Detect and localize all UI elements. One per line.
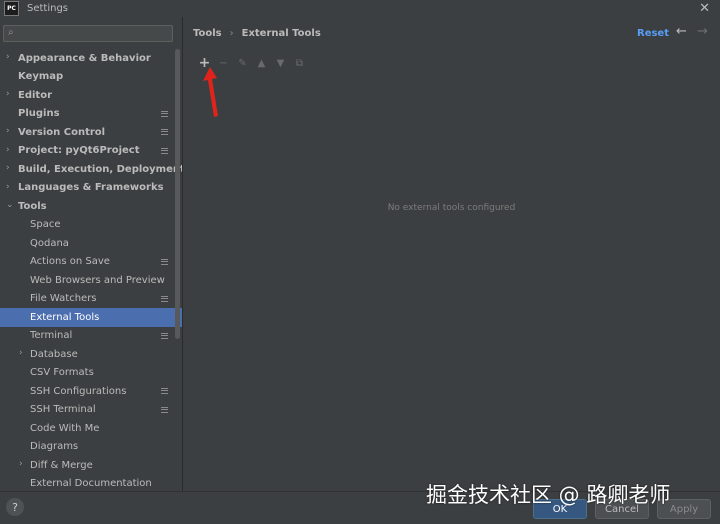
- tree-item[interactable]: › Appearance & Behavior: [0, 49, 182, 68]
- chevron-right-icon[interactable]: ›: [6, 52, 10, 62]
- search-box[interactable]: ⌕: [3, 25, 173, 42]
- tree-item-label: Keymap: [18, 71, 64, 83]
- tree-item[interactable]: Terminal: [0, 327, 182, 346]
- project-level-icon: [161, 295, 168, 302]
- tree-item[interactable]: CSV Formats: [0, 364, 182, 383]
- chevron-right-icon[interactable]: ›: [6, 163, 10, 173]
- project-level-icon: [161, 110, 168, 117]
- tree-item[interactable]: › Version Control: [0, 123, 182, 142]
- help-button[interactable]: ?: [6, 498, 24, 516]
- tree-item[interactable]: › Languages & Frameworks: [0, 179, 182, 198]
- tree-item[interactable]: Actions on Save: [0, 253, 182, 272]
- window-title: Settings: [27, 3, 69, 14]
- tree-item[interactable]: › Build, Execution, Deployment: [0, 160, 182, 179]
- project-level-icon: [161, 258, 168, 265]
- move-up-button[interactable]: ▲: [252, 55, 271, 71]
- tree-item-label: Plugins: [18, 108, 60, 120]
- empty-state-text: No external tools configured: [387, 203, 516, 213]
- pencil-icon: ✎: [238, 57, 247, 69]
- chevron-down-icon[interactable]: ⌄: [6, 200, 14, 210]
- tree-item[interactable]: › Editor: [0, 86, 182, 105]
- project-level-icon: [161, 332, 168, 339]
- tree-item[interactable]: › Project: pyQt6Project: [0, 142, 182, 161]
- tree-item[interactable]: › Database: [0, 345, 182, 364]
- tree-item-label: File Watchers: [30, 293, 97, 305]
- tree-item-label: SSH Configurations: [30, 385, 127, 397]
- pycharm-logo-icon: PC: [4, 1, 19, 16]
- tree-item[interactable]: Diagrams: [0, 438, 182, 457]
- tree-item-label: Tools: [18, 200, 47, 212]
- tree-item-label: Diff & Merge: [30, 459, 93, 471]
- chevron-right-icon[interactable]: ›: [19, 459, 23, 469]
- tree-item[interactable]: File Watchers: [0, 290, 182, 309]
- back-arrow-icon[interactable]: ←: [676, 24, 687, 39]
- arrow-down-icon: ▼: [276, 57, 285, 69]
- tree-item-label: Editor: [18, 89, 52, 101]
- settings-tree: › Appearance & Behavior Keymap › Editor Plugi…: [0, 49, 182, 491]
- edit-tool-button[interactable]: ✎: [233, 55, 252, 71]
- project-level-icon: [161, 388, 168, 394]
- tree-item[interactable]: Code With Me: [0, 419, 182, 438]
- close-icon[interactable]: ✕: [699, 1, 710, 16]
- tree-item[interactable]: External Tools: [0, 308, 182, 327]
- breadcrumb-separator-icon: ›: [229, 28, 234, 39]
- tree-item-label: External Documentation: [30, 478, 152, 490]
- move-down-button[interactable]: ▼: [271, 55, 290, 71]
- copy-tool-button[interactable]: ⧉: [290, 55, 309, 71]
- settings-sidebar: ⌕ › Appearance & Behavior Keymap › Editor Plu…: [0, 17, 183, 491]
- tree-item[interactable]: › Diff & Merge: [0, 456, 182, 475]
- tree-item[interactable]: Plugins: [0, 105, 182, 124]
- tree-item-label: Appearance & Behavior: [18, 52, 151, 64]
- chevron-right-icon[interactable]: ›: [19, 348, 23, 358]
- main-panel: Tools › External Tools Reset ← → + − ✎ ▲…: [183, 17, 720, 491]
- tree-item-label: CSV Formats: [30, 367, 94, 379]
- tree-item[interactable]: Qodana: [0, 234, 182, 253]
- tree-item-label: Diagrams: [30, 441, 79, 453]
- chevron-right-icon[interactable]: ›: [6, 182, 10, 192]
- tree-item[interactable]: SSH Terminal: [0, 401, 182, 420]
- tree-item-label: Version Control: [18, 126, 106, 138]
- copy-icon: ⧉: [295, 57, 304, 69]
- watermark-text: 掘金技术社区 @ 路卿老师: [426, 483, 671, 507]
- search-icon: ⌕: [8, 27, 14, 38]
- tree-item-label: External Tools: [30, 311, 100, 323]
- chevron-right-icon[interactable]: ›: [6, 89, 10, 99]
- tree-item-label: Qodana: [30, 237, 69, 249]
- tree-item-label: Languages & Frameworks: [18, 182, 164, 194]
- tree-item[interactable]: Keymap: [0, 68, 182, 87]
- tree-item[interactable]: SSH Configurations: [0, 382, 182, 401]
- annotation-arrow-icon: [203, 67, 218, 117]
- tree-item-label: Space: [30, 219, 61, 231]
- tree-item[interactable]: Space: [0, 216, 182, 235]
- tree-item[interactable]: ⌄ Tools: [0, 197, 182, 216]
- tree-item-label: SSH Terminal: [30, 404, 96, 416]
- tree-item[interactable]: External Documentation: [0, 475, 182, 492]
- tree-item[interactable]: Web Browsers and Preview: [0, 271, 182, 290]
- forward-arrow-icon[interactable]: →: [697, 24, 708, 39]
- project-level-icon: [161, 406, 168, 413]
- breadcrumb: Tools › External Tools: [193, 28, 321, 39]
- chevron-right-icon[interactable]: ›: [6, 145, 10, 155]
- tree-item-label: Web Browsers and Preview: [30, 274, 165, 286]
- sidebar-scrollbar[interactable]: [175, 49, 180, 339]
- breadcrumb-current: External Tools: [241, 28, 321, 39]
- reset-link[interactable]: Reset: [637, 28, 669, 39]
- tree-item-label: Build, Execution, Deployment: [18, 163, 183, 175]
- tree-item-label: Project: pyQt6Project: [18, 145, 140, 157]
- tree-item-label: Actions on Save: [30, 256, 110, 268]
- project-level-icon: [161, 129, 168, 135]
- search-input[interactable]: [20, 26, 170, 41]
- tree-item-label: Code With Me: [30, 422, 100, 434]
- breadcrumb-parent[interactable]: Tools: [193, 28, 222, 39]
- project-level-icon: [161, 147, 168, 154]
- arrow-up-icon: ▲: [257, 57, 266, 69]
- window-titlebar: PC Settings ✕: [0, 0, 720, 17]
- chevron-right-icon[interactable]: ›: [6, 126, 10, 136]
- tree-item-label: Terminal: [30, 330, 73, 342]
- tree-item-label: Database: [30, 348, 78, 360]
